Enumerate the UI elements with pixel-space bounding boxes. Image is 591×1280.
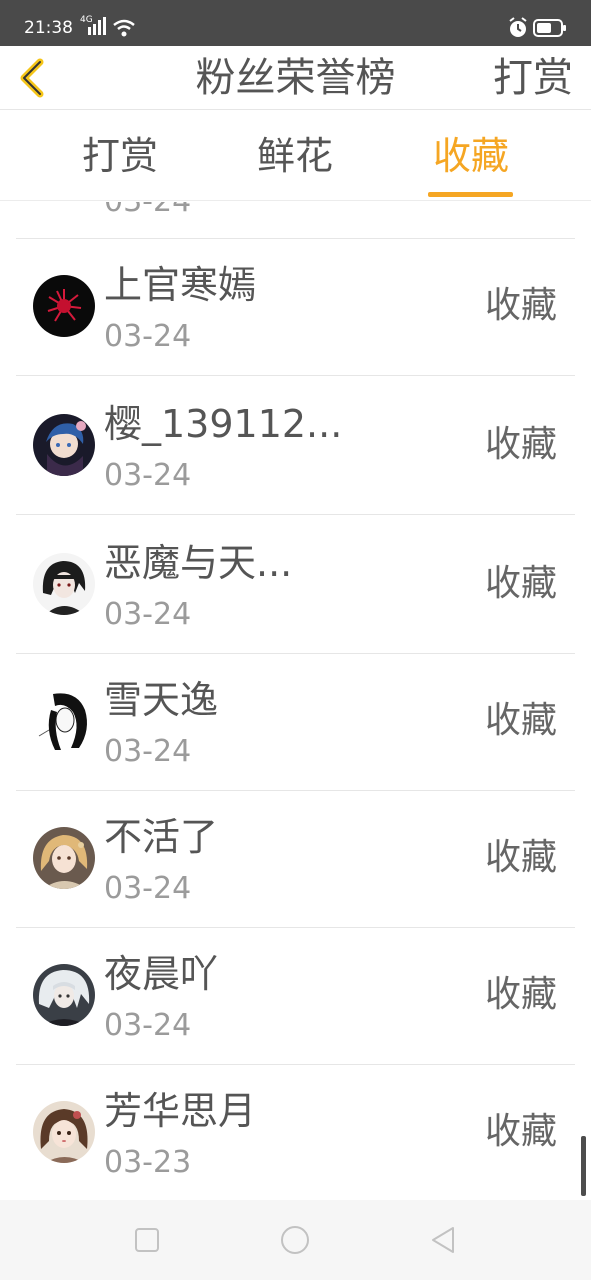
avatar [33, 275, 95, 337]
system-nav-bar [0, 1200, 591, 1280]
list-item[interactable]: 上官寒嫣 03-24 收藏 [16, 239, 575, 376]
avatar [33, 414, 95, 476]
item-date: 03-23 [104, 1145, 192, 1180]
scrollbar[interactable] [581, 1136, 586, 1196]
action-label: 收藏 [484, 285, 557, 326]
user-name: 恶魔与天... [104, 541, 293, 585]
action-label: 收藏 [484, 837, 557, 878]
item-date: 03-24 [104, 734, 192, 769]
list-item[interactable]: 不活了 03-24 收藏 [16, 791, 575, 928]
brown-hair-girl-avatar-image [33, 1101, 95, 1163]
user-name: 上官寒嫣 [104, 263, 257, 307]
alarm-icon [509, 17, 527, 37]
status-right-icons [507, 17, 567, 39]
white-hair-avatar-image [33, 964, 95, 1026]
fan-list: 03-24 上官寒嫣 03-24 收藏 [0, 202, 591, 1200]
active-tab-indicator [428, 192, 513, 197]
tab-flowers[interactable]: 鲜花 [235, 131, 355, 181]
wifi-icon [113, 19, 135, 37]
avatar [33, 690, 95, 752]
avatar [33, 1101, 95, 1163]
status-bar: 21:38 4G [0, 0, 591, 46]
status-time: 21:38 [24, 18, 73, 38]
action-label: 收藏 [484, 1111, 557, 1152]
tab-reward[interactable]: 打赏 [60, 131, 180, 181]
list-item[interactable]: 恶魔与天... 03-24 收藏 [16, 515, 575, 654]
item-date: 03-24 [104, 1008, 192, 1043]
list-item[interactable]: 樱_139112... 03-24 收藏 [16, 376, 575, 515]
user-name: 夜晨吖 [104, 952, 219, 996]
anime-boy-avatar-image [33, 414, 95, 476]
action-label: 收藏 [484, 424, 557, 465]
reward-button[interactable]: 打赏 [493, 52, 573, 104]
avatar [33, 964, 95, 1026]
action-label: 收藏 [484, 563, 557, 604]
partial-item-date: 03-24 [104, 202, 191, 219]
item-date: 03-24 [104, 319, 192, 354]
dark-hair-avatar-image [33, 553, 95, 615]
avatar [33, 827, 95, 889]
tab-bar: 打赏 鲜花 收藏 [0, 111, 591, 201]
item-date: 03-24 [104, 458, 192, 493]
user-name: 樱_139112... [104, 402, 343, 446]
avatar [33, 553, 95, 615]
list-item[interactable]: 夜晨吖 03-24 收藏 [16, 928, 575, 1065]
tab-favorites[interactable]: 收藏 [411, 131, 531, 181]
action-label: 收藏 [484, 700, 557, 741]
home-button[interactable] [279, 1224, 311, 1256]
list-item[interactable]: 雪天逸 03-24 收藏 [16, 654, 575, 791]
list-item[interactable]: 芳华思月 03-23 收藏 [16, 1065, 575, 1200]
battery-icon [533, 19, 566, 37]
user-name: 芳华思月 [104, 1089, 257, 1133]
monochrome-avatar-image [33, 690, 95, 752]
title-bar: 粉丝荣誉榜 打赏 [0, 46, 591, 110]
item-date: 03-24 [104, 597, 192, 632]
item-date: 03-24 [104, 871, 192, 906]
back-nav-button[interactable] [427, 1224, 459, 1256]
action-label: 收藏 [484, 974, 557, 1015]
user-name: 雪天逸 [104, 678, 219, 722]
red-flower-avatar-image [33, 275, 95, 337]
blonde-girl-avatar-image [33, 827, 95, 889]
recent-apps-button[interactable] [131, 1224, 163, 1256]
user-name: 不活了 [104, 815, 219, 859]
